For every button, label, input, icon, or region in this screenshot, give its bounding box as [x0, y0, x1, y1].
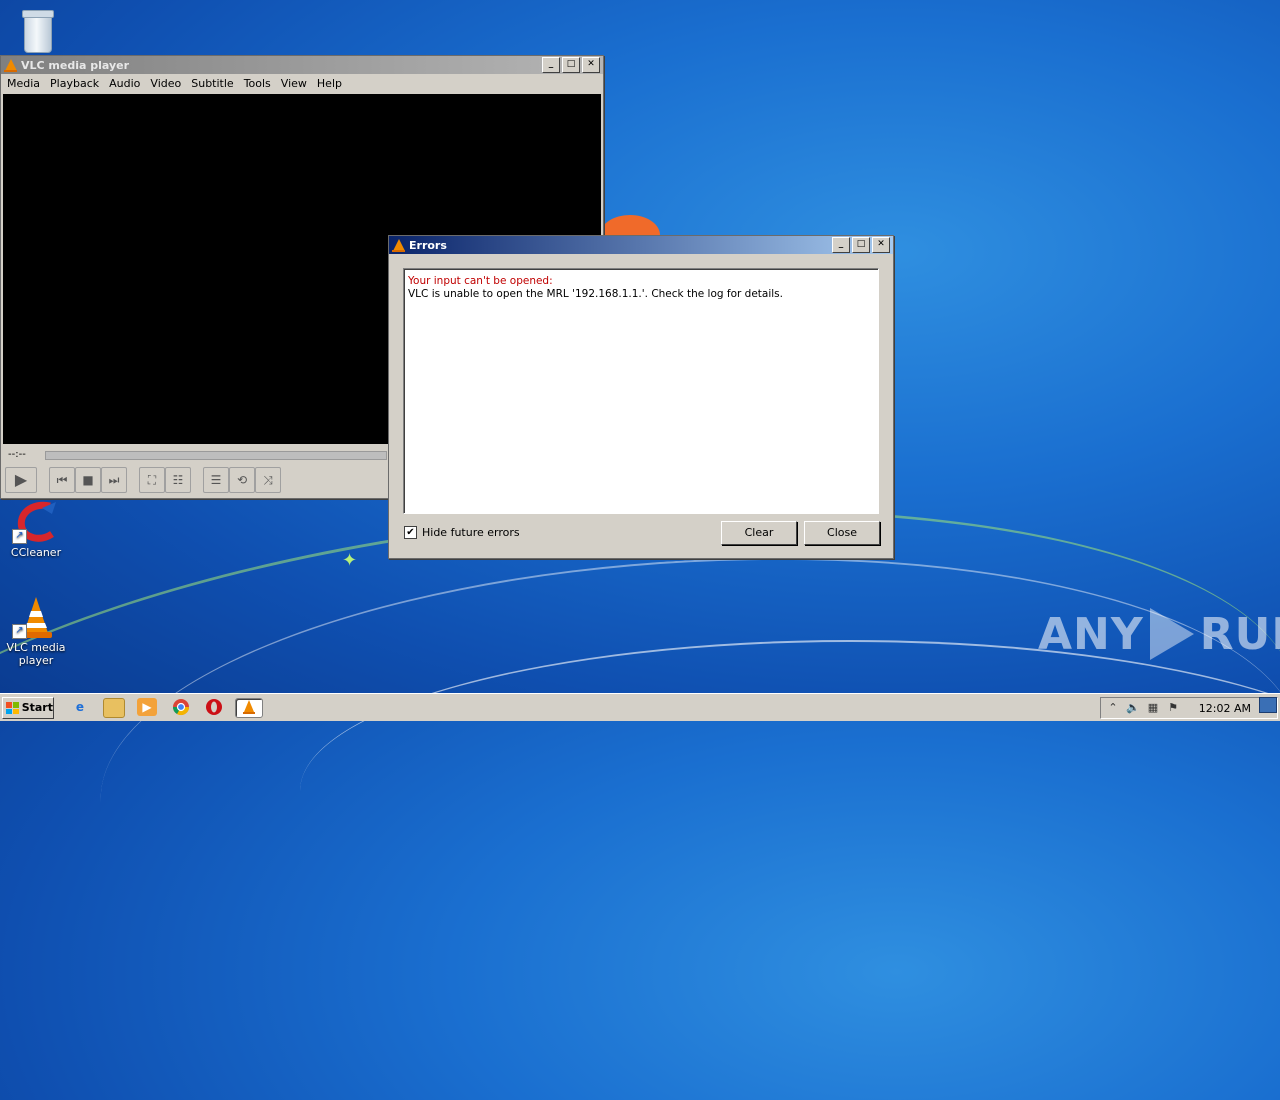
menu-tools[interactable]: Tools: [240, 77, 277, 90]
taskbar: Start e ▶ ⌃ 🔈 ▦ ⚑ 12:02 AM: [0, 693, 1280, 721]
vlc-title-bar[interactable]: VLC media player _ □ ✕: [1, 56, 603, 74]
show-desktop-button[interactable]: [1259, 697, 1277, 713]
watermark-text-left: ANY: [1038, 608, 1144, 660]
ccleaner-icon: ↗: [12, 500, 60, 544]
vlc-cone-icon: ↗: [12, 595, 60, 639]
window-title: VLC media player: [21, 58, 130, 72]
vlc-taskbar-button[interactable]: [235, 698, 263, 718]
close-button[interactable]: ✕: [582, 57, 600, 73]
loop-button[interactable]: ⟲: [229, 467, 255, 493]
minimize-button[interactable]: _: [542, 57, 560, 73]
clock[interactable]: 12:02 AM: [1199, 702, 1251, 715]
play-logo-icon: [1149, 608, 1194, 660]
stop-button[interactable]: ■: [75, 467, 101, 493]
vlc-cone-icon: [392, 238, 405, 252]
desktop-icon-label: CCleaner: [10, 546, 62, 559]
internet-explorer-icon[interactable]: e: [70, 698, 90, 716]
seek-slider[interactable]: [45, 451, 387, 460]
anyrun-watermark: ANY RUN: [1038, 608, 1280, 660]
network-icon[interactable]: ▦: [1145, 700, 1161, 716]
shuffle-button[interactable]: ⤨: [255, 467, 281, 493]
close-button[interactable]: ✕: [872, 237, 890, 253]
menu-subtitle[interactable]: Subtitle: [187, 77, 239, 90]
menu-help[interactable]: Help: [313, 77, 348, 90]
menu-audio[interactable]: Audio: [105, 77, 146, 90]
desktop-icon-vlc[interactable]: ↗ VLC media player: [0, 595, 72, 667]
extended-settings-button[interactable]: ☷: [165, 467, 191, 493]
file-explorer-icon[interactable]: [103, 698, 125, 718]
desktop-icon-ccleaner[interactable]: ↗ CCleaner: [0, 500, 72, 559]
play-button[interactable]: ▶: [5, 467, 37, 493]
error-heading: Your input can't be opened:: [408, 275, 553, 287]
watermark-text-right: RUN: [1199, 608, 1280, 660]
system-tray: ⌃ 🔈 ▦ ⚑ 12:02 AM: [1100, 697, 1278, 719]
playlist-button[interactable]: ☰: [203, 467, 229, 493]
errors-dialog[interactable]: Errors _ □ ✕ Your input can't be opened:…: [388, 235, 894, 559]
menu-playback[interactable]: Playback: [46, 77, 105, 90]
menu-media[interactable]: Media: [3, 77, 46, 90]
sparkle-icon: ✦: [342, 550, 358, 571]
error-detail: VLC is unable to open the MRL '192.168.1…: [408, 288, 783, 300]
show-hidden-icons-icon[interactable]: ⌃: [1105, 700, 1121, 716]
desktop-icon-label: VLC media player: [6, 641, 66, 667]
recycle-bin-icon[interactable]: [20, 8, 54, 53]
start-label: Start: [21, 701, 53, 714]
next-button[interactable]: ⏭: [101, 467, 127, 493]
shortcut-arrow-icon: ↗: [12, 624, 27, 639]
previous-button[interactable]: ⏮: [49, 467, 75, 493]
errors-title-bar[interactable]: Errors _ □ ✕: [389, 236, 893, 254]
menu-bar: Media Playback Audio Video Subtitle Tool…: [1, 74, 603, 93]
clear-button[interactable]: Clear: [721, 521, 797, 545]
hide-future-errors-label: Hide future errors: [422, 526, 520, 539]
media-player-icon[interactable]: ▶: [137, 698, 157, 716]
action-center-flag-icon[interactable]: ⚑: [1165, 700, 1181, 716]
opera-icon[interactable]: [204, 698, 224, 716]
menu-video[interactable]: Video: [146, 77, 187, 90]
maximize-button[interactable]: □: [852, 237, 870, 253]
checkbox-checked-icon[interactable]: ✔: [404, 526, 417, 539]
vlc-cone-icon: [4, 58, 17, 72]
shortcut-arrow-icon: ↗: [12, 529, 27, 544]
dialog-close-button[interactable]: Close: [804, 521, 880, 545]
start-button[interactable]: Start: [2, 697, 54, 719]
maximize-button[interactable]: □: [562, 57, 580, 73]
hide-future-errors-checkbox[interactable]: ✔ Hide future errors: [404, 526, 520, 539]
chrome-icon[interactable]: [171, 698, 191, 716]
elapsed-time: --:--: [8, 449, 26, 460]
volume-icon[interactable]: 🔈: [1125, 700, 1141, 716]
dialog-title: Errors: [409, 238, 447, 252]
windows-logo-icon: [6, 702, 19, 714]
error-messages-panel[interactable]: Your input can't be opened: VLC is unabl…: [403, 268, 879, 514]
menu-view[interactable]: View: [277, 77, 313, 90]
fullscreen-button[interactable]: ⛶: [139, 467, 165, 493]
minimize-button[interactable]: _: [832, 237, 850, 253]
